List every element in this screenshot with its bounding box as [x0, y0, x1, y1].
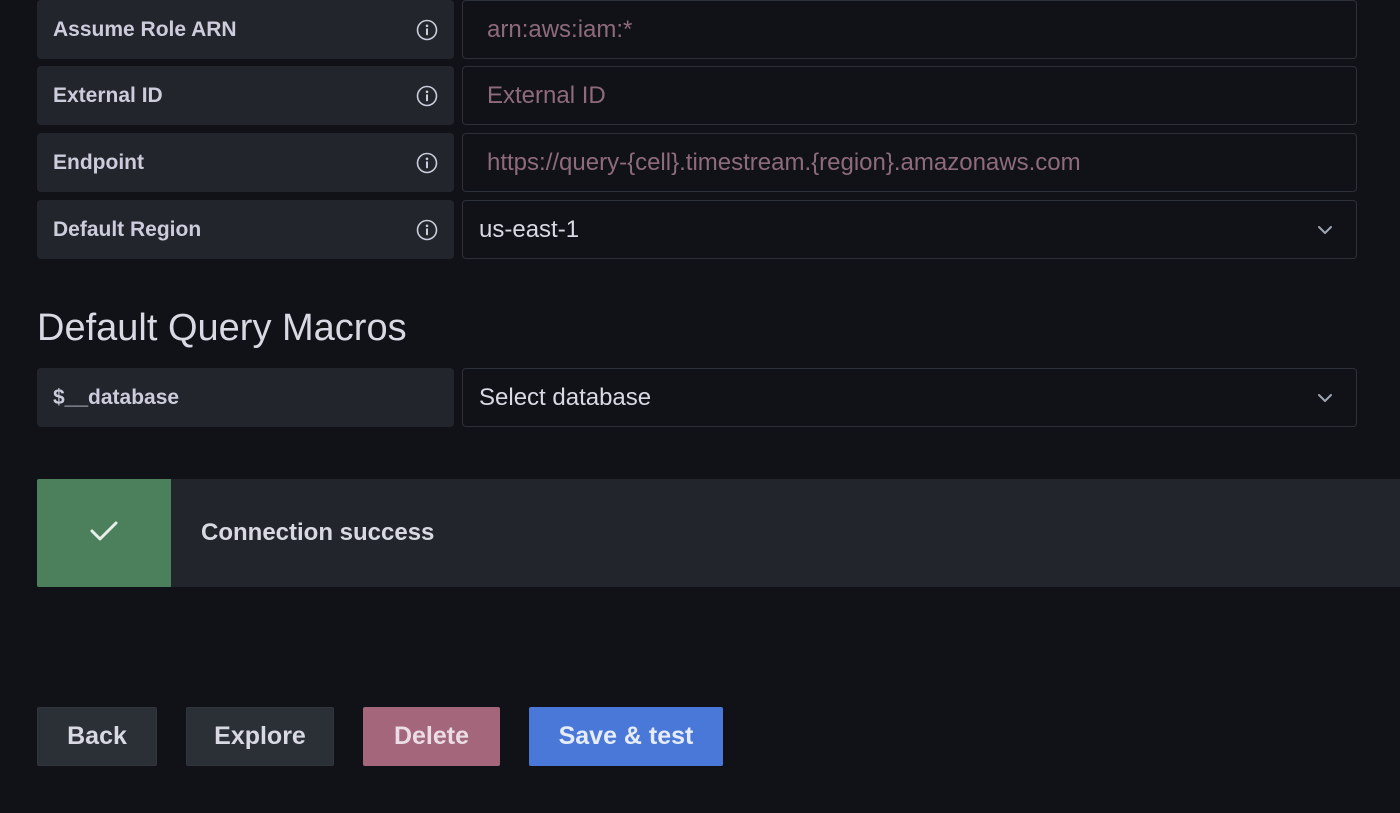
delete-button[interactable]: Delete: [363, 707, 500, 766]
database-macro-row: $__database Select database: [37, 368, 1357, 427]
alert-icon-box: [37, 479, 171, 587]
info-icon[interactable]: [416, 152, 438, 174]
default-region-label: Default Region: [37, 200, 454, 259]
check-icon: [89, 519, 119, 548]
info-icon[interactable]: [416, 219, 438, 241]
assume-role-arn-label: Assume Role ARN: [37, 0, 454, 59]
field-label-text: Assume Role ARN: [53, 17, 237, 41]
default-region-select[interactable]: us-east-1: [462, 200, 1357, 259]
external-id-input[interactable]: [462, 66, 1357, 125]
database-macro-label: $__database: [37, 368, 454, 427]
endpoint-row: Endpoint: [37, 133, 1357, 192]
field-label-text: External ID: [53, 83, 163, 107]
alert-message: Connection success: [201, 519, 435, 546]
chevron-down-icon: [1316, 221, 1334, 239]
select-value: us-east-1: [479, 215, 580, 243]
endpoint-input[interactable]: [462, 133, 1357, 192]
assume-role-arn-input[interactable]: [462, 0, 1357, 59]
chevron-down-icon: [1316, 389, 1334, 407]
external-id-row: External ID: [37, 66, 1357, 125]
connection-status-alert: Connection success: [37, 479, 1400, 587]
section-title: Default Query Macros: [37, 307, 407, 349]
endpoint-label: Endpoint: [37, 133, 454, 192]
field-label-text: Endpoint: [53, 150, 144, 174]
datasource-settings-page: Assume Role ARN External ID: [0, 0, 1400, 813]
back-button[interactable]: Back: [37, 707, 157, 766]
external-id-label: External ID: [37, 66, 454, 125]
assume-role-arn-row: Assume Role ARN: [37, 0, 1357, 59]
field-label-text: Default Region: [53, 217, 202, 241]
info-icon[interactable]: [416, 85, 438, 107]
save-and-test-button[interactable]: Save & test: [529, 707, 723, 766]
field-label-text: $__database: [53, 385, 180, 409]
database-select[interactable]: Select database: [462, 368, 1357, 427]
explore-button[interactable]: Explore: [186, 707, 334, 766]
info-icon[interactable]: [416, 19, 438, 41]
select-placeholder: Select database: [479, 383, 652, 411]
default-region-row: Default Region us-east-1: [37, 200, 1357, 259]
